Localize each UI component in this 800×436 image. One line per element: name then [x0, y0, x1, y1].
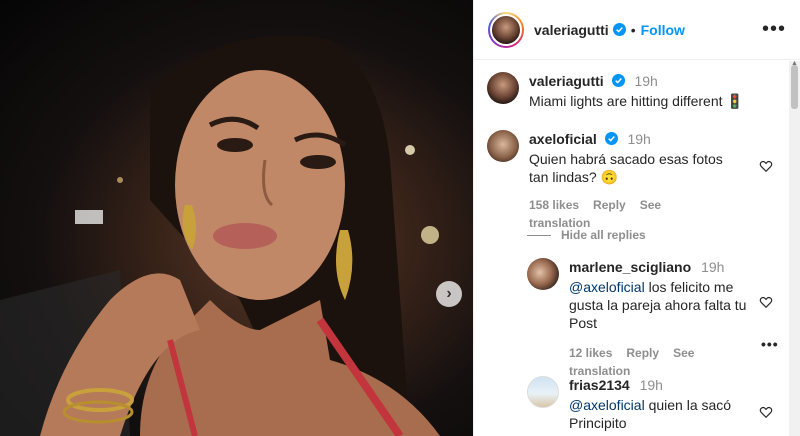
- portrait-illustration: [0, 35, 440, 436]
- comments-scrollbar[interactable]: ▲: [789, 60, 800, 436]
- caption-time: 19h: [634, 73, 658, 89]
- verified-badge-icon: [611, 74, 625, 87]
- caption-text: Miami lights are hitting different 🚦: [529, 93, 744, 109]
- reply-time: 19h: [701, 259, 725, 275]
- reply-text: @axeloficial los felicito me gusta la pa…: [569, 279, 747, 331]
- reply-button[interactable]: Reply: [593, 198, 626, 212]
- next-photo-button[interactable]: ›: [436, 281, 462, 307]
- post-caption: valeriagutti 19h Miami lights are hittin…: [487, 72, 744, 110]
- reply-avatar[interactable]: [527, 376, 559, 408]
- replies-divider-line: [527, 234, 551, 236]
- like-heart-icon[interactable]: [759, 159, 773, 173]
- verified-badge-icon: [604, 132, 618, 145]
- reply-button[interactable]: Reply: [626, 346, 659, 360]
- reply-username[interactable]: frias2134: [569, 377, 630, 393]
- reply-mention[interactable]: @axeloficial: [569, 397, 645, 413]
- comment-time: 19h: [627, 131, 651, 147]
- hide-replies-label: Hide all replies: [561, 228, 646, 242]
- like-heart-icon[interactable]: [759, 295, 773, 309]
- hide-replies-toggle[interactable]: Hide all replies: [527, 226, 646, 242]
- like-heart-icon[interactable]: [759, 405, 773, 419]
- reply-mention[interactable]: @axeloficial: [569, 279, 645, 295]
- caption-username[interactable]: valeriagutti: [529, 73, 604, 89]
- follow-button[interactable]: Follow: [641, 22, 685, 38]
- verified-badge-icon: [612, 23, 626, 36]
- reply-likes[interactable]: 12 likes: [569, 346, 612, 360]
- reply-username[interactable]: marlene_scigliano: [569, 259, 691, 275]
- post-header: valeriagutti • Follow •••: [474, 0, 800, 60]
- scrollbar-thumb[interactable]: [791, 65, 798, 109]
- chevron-right-icon: ›: [446, 285, 452, 302]
- more-options-icon[interactable]: •••: [762, 18, 786, 41]
- separator-dot: •: [630, 21, 636, 38]
- comment: axeloficial 19h Quien habrá sacado esas …: [487, 130, 727, 232]
- reply-avatar[interactable]: [527, 258, 559, 290]
- post-photo: ›: [0, 0, 473, 436]
- reply-time: 19h: [639, 377, 663, 393]
- author-username[interactable]: valeriagutti: [534, 22, 609, 38]
- reply-text: @axeloficial quien la sacó Principito: [569, 397, 732, 431]
- reply-meta: 12 likes Reply See translation: [569, 344, 752, 380]
- author-avatar[interactable]: [488, 11, 524, 48]
- caption-avatar[interactable]: [487, 72, 519, 104]
- comment-username[interactable]: axeloficial: [529, 131, 597, 147]
- reply-more-options-icon[interactable]: •••: [761, 336, 779, 352]
- reply: frias2134 19h @axeloficial quien la sacó…: [527, 376, 752, 432]
- commenter-avatar[interactable]: [487, 130, 519, 162]
- reply: marlene_scigliano 19h @axeloficial los f…: [527, 258, 752, 380]
- comment-text: Quien habrá sacado esas fotos tan lindas…: [529, 151, 723, 185]
- comment-likes[interactable]: 158 likes: [529, 198, 579, 212]
